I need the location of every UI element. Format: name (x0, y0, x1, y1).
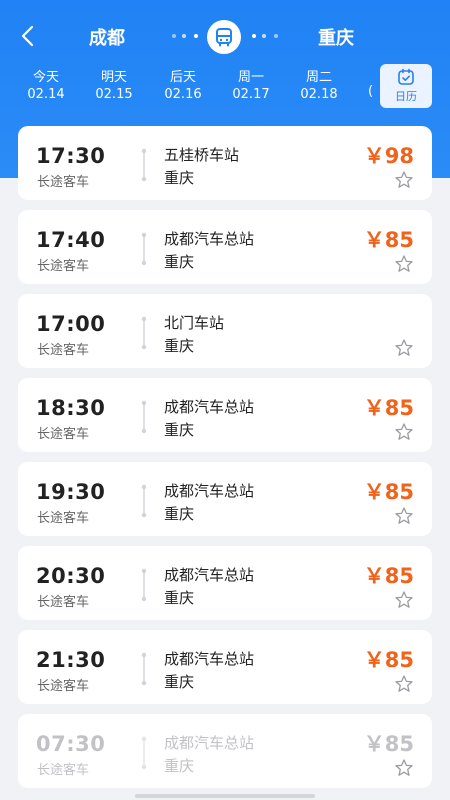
vehicle-type: 长途客车 (37, 595, 90, 610)
route-dot (262, 34, 266, 38)
vehicle-type: 长途客车 (37, 175, 90, 190)
departure-station: 成都汽车总站 (164, 650, 255, 668)
date-value: 02.18 (300, 87, 338, 102)
arrival-city: 重庆 (164, 589, 195, 607)
departure-time: 17:40 (36, 228, 106, 252)
date-value: 02.14 (27, 87, 65, 102)
date-weekday: 后天 (169, 70, 196, 85)
star-icon[interactable] (394, 590, 414, 610)
star-icon[interactable] (394, 338, 414, 358)
trip-card[interactable]: 21:30 长途客车 成都汽车总站 重庆 ￥85 (18, 630, 432, 704)
departure-time: 17:30 (36, 144, 106, 168)
ticket-price: ￥98 (363, 144, 414, 168)
date-tab-day-after[interactable]: 后天 02.16 (153, 70, 213, 104)
arrival-city: 重庆 (164, 421, 195, 439)
departure-time: 19:30 (36, 480, 106, 504)
route-connector-icon (140, 316, 148, 350)
ticket-price: ￥85 (363, 228, 414, 252)
calendar-button[interactable]: 日历 (380, 64, 432, 108)
ticket-price: ￥85 (363, 732, 414, 756)
departure-time: 20:30 (36, 564, 106, 588)
star-icon[interactable] (394, 674, 414, 694)
route-connector-icon (140, 232, 148, 266)
chevron-left-icon (21, 25, 34, 47)
departure-station: 成都汽车总站 (164, 734, 255, 752)
date-value: 02.16 (164, 87, 202, 102)
trip-card[interactable]: 17:30 长途客车 五桂桥车站 重庆 ￥98 (18, 126, 432, 200)
departure-time: 07:30 (36, 732, 106, 756)
departure-station: 成都汽车总站 (164, 230, 255, 248)
route-dot (194, 34, 198, 38)
date-tab-partial: ( (368, 84, 374, 99)
date-weekday: 明天 (100, 70, 127, 85)
trip-card[interactable]: 18:30 长途客车 成都汽车总站 重庆 ￥85 (18, 378, 432, 452)
calendar-label: 日历 (395, 90, 417, 103)
date-value: 02.15 (95, 87, 133, 102)
departure-station: 成都汽车总站 (164, 482, 255, 500)
arrival-city: 重庆 (164, 673, 195, 691)
bus-schedule-screen: 成都 重庆 今天 02.14 明天 02.15 后天 02.16 周一 02.1… (0, 0, 450, 800)
route-dot (182, 34, 186, 38)
date-weekday: 周一 (237, 70, 264, 85)
home-indicator[interactable] (135, 794, 315, 798)
departure-station: 成都汽车总站 (164, 566, 255, 584)
date-tab-tuesday[interactable]: 周二 02.18 (289, 70, 349, 104)
arrival-city: 重庆 (164, 169, 195, 187)
from-city[interactable]: 成都 (89, 24, 125, 50)
star-icon[interactable] (394, 170, 414, 190)
departure-station: 成都汽车总站 (164, 398, 255, 416)
date-value: 02.17 (232, 87, 270, 102)
vehicle-type: 长途客车 (37, 427, 90, 442)
trip-card[interactable]: 17:00 长途客车 北门车站 重庆 (18, 294, 432, 368)
date-weekday: 周二 (305, 70, 332, 85)
bus-icon-badge (207, 20, 241, 54)
calendar-icon (398, 68, 414, 85)
bus-icon (216, 28, 232, 47)
route-connector-icon (140, 736, 148, 770)
ticket-price: ￥85 (363, 564, 414, 588)
route-connector-icon (140, 148, 148, 182)
trip-card-unavailable[interactable]: 07:30 长途客车 成都汽车总站 重庆 ￥85 (18, 714, 432, 788)
trip-card[interactable]: 20:30 长途客车 成都汽车总站 重庆 ￥85 (18, 546, 432, 620)
departure-station: 北门车站 (164, 314, 225, 332)
arrival-city: 重庆 (164, 757, 195, 775)
route-dot (172, 34, 176, 38)
trip-card[interactable]: 17:40 长途客车 成都汽车总站 重庆 ￥85 (18, 210, 432, 284)
vehicle-type: 长途客车 (37, 511, 90, 526)
arrival-city: 重庆 (164, 337, 195, 355)
vehicle-type: 长途客车 (37, 679, 90, 694)
trip-card[interactable]: 19:30 长途客车 成都汽车总站 重庆 ￥85 (18, 462, 432, 536)
vehicle-type: 长途客车 (37, 259, 90, 274)
ticket-price: ￥85 (363, 480, 414, 504)
departure-time: 21:30 (36, 648, 106, 672)
route-connector-icon (140, 484, 148, 518)
route-connector-icon (140, 568, 148, 602)
departure-station: 五桂桥车站 (164, 146, 240, 164)
route-connector-icon (140, 400, 148, 434)
date-tab-today[interactable]: 今天 02.14 (16, 70, 76, 104)
date-weekday: 今天 (32, 70, 59, 85)
star-icon[interactable] (394, 758, 414, 778)
departure-time: 18:30 (36, 396, 106, 420)
route-dot (274, 34, 278, 38)
vehicle-type: 长途客车 (37, 343, 90, 358)
arrival-city: 重庆 (164, 253, 195, 271)
date-tab-tomorrow[interactable]: 明天 02.15 (84, 70, 144, 104)
route-connector-icon (140, 652, 148, 686)
departure-time: 17:00 (36, 312, 106, 336)
ticket-price: ￥85 (363, 396, 414, 420)
vehicle-type: 长途客车 (37, 763, 90, 778)
ticket-price: ￥85 (363, 648, 414, 672)
route-indicator[interactable] (170, 20, 282, 54)
route-dot (252, 34, 256, 38)
arrival-city: 重庆 (164, 505, 195, 523)
to-city[interactable]: 重庆 (318, 24, 354, 50)
back-button[interactable] (12, 20, 44, 52)
star-icon[interactable] (394, 422, 414, 442)
star-icon[interactable] (394, 254, 414, 274)
date-tab-monday[interactable]: 周一 02.17 (221, 70, 281, 104)
star-icon[interactable] (394, 506, 414, 526)
